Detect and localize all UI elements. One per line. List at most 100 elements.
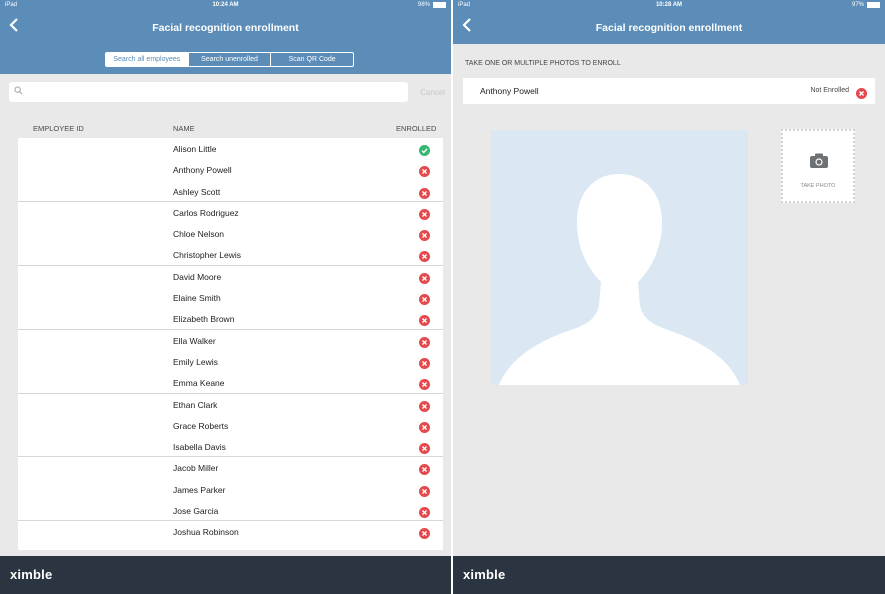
table-row[interactable]: Ashley Scott	[18, 181, 443, 203]
employee-name: Jose Garcia	[173, 506, 219, 517]
table-row[interactable]: Elizabeth Brown	[18, 308, 443, 330]
table-row[interactable]: Chloe Nelson	[18, 223, 443, 244]
x-circle-icon	[419, 271, 430, 284]
nav-bar: Facial recognition enrollment	[453, 12, 885, 44]
employee-name: Anthony Powell	[173, 165, 232, 176]
enrollment-detail-screen: iPad 10:28 AM 97% Facial recognition enr…	[453, 0, 885, 594]
x-circle-icon	[419, 186, 430, 199]
employee-list-screen: iPad 10:24 AM 98% Facial recognition enr…	[0, 0, 451, 594]
x-circle-icon	[419, 335, 430, 348]
employee-table: Alison Little Anthony Powell Ashley Scott C…	[18, 138, 443, 550]
employee-name: Joshua Robinson	[173, 527, 239, 538]
table-row[interactable]: Isabella Davis	[18, 436, 443, 458]
employee-name: Chloe Nelson	[173, 229, 225, 240]
employee-name: Ella Walker	[173, 335, 216, 346]
x-circle-icon	[419, 526, 430, 540]
employee-name: Emily Lewis	[173, 356, 218, 367]
table-row[interactable]: Jacob Miller	[18, 457, 443, 478]
x-circle-icon	[419, 377, 430, 391]
column-header-name[interactable]: NAME	[173, 124, 195, 133]
employee-name: Elizabeth Brown	[173, 314, 235, 325]
x-circle-icon	[419, 313, 430, 327]
table-row[interactable]: James Parker	[18, 479, 443, 500]
column-header-employee-id[interactable]: EMPLOYEE ID	[33, 124, 84, 133]
table-row[interactable]: Grace Roberts	[18, 415, 443, 436]
employee-name: Isabella Davis	[173, 442, 226, 453]
x-circle-icon	[419, 356, 430, 369]
page-title: Facial recognition enrollment	[152, 22, 299, 34]
filter-segmented-control: Search all employees Search unenrolled S…	[105, 52, 354, 67]
table-row[interactable]: Elaine Smith	[18, 287, 443, 308]
filter-bar: Search all employees Search unenrolled S…	[0, 44, 451, 74]
table-row[interactable]: Alison Little	[18, 138, 443, 159]
column-header-enrolled[interactable]: ENROLLED	[396, 124, 436, 133]
search-bar: Cancel	[0, 74, 451, 112]
employee-name: Christopher Lewis	[173, 250, 242, 261]
tab-scan-qr-code[interactable]: Scan QR Code	[270, 53, 353, 66]
table-row[interactable]: Jose Garcia	[18, 500, 443, 522]
nav-bar: Facial recognition enrollment	[0, 12, 451, 44]
x-circle-icon	[419, 462, 430, 476]
person-silhouette-icon	[499, 174, 740, 385]
check-circle-icon	[419, 143, 430, 156]
x-circle-icon	[419, 292, 430, 306]
x-circle-icon	[419, 548, 430, 550]
table-row[interactable]: Emma Keane	[18, 372, 443, 394]
employee-name: James Parker	[173, 484, 226, 495]
table-row[interactable]: Carlos Rodriguez	[18, 202, 443, 223]
employee-name: Carlos Rodriguez	[173, 207, 239, 218]
employee-name: Elaine Smith	[173, 293, 221, 304]
table-row[interactable]: Ella Walker	[18, 330, 443, 351]
battery-percent: 98%	[417, 2, 430, 8]
battery-percent: 97%	[851, 2, 864, 8]
table-row[interactable]: Emily Lewis	[18, 351, 443, 372]
status-bar: iPad 10:28 AM 97%	[453, 0, 885, 12]
footer-bar: ximble	[0, 556, 451, 594]
table-row[interactable]: Ethan Clark	[18, 394, 443, 415]
employee-name: Alison Little	[173, 144, 217, 154]
employee-name: Jacob Miller	[173, 463, 219, 474]
x-circle-icon	[856, 86, 867, 99]
status-time: 10:28 AM	[655, 2, 683, 8]
employee-name: Emma Keane	[173, 378, 225, 389]
table-row[interactable]: Christopher Lewis	[18, 244, 443, 267]
x-circle-icon	[419, 420, 430, 433]
x-circle-icon	[419, 484, 430, 497]
enroll-instruction: TAKE ONE OR MULTIPLE PHOTOS TO ENROLL	[465, 60, 621, 67]
x-circle-icon	[419, 164, 430, 178]
tab-search-all-employees[interactable]: Search all employees	[106, 53, 188, 66]
x-circle-icon	[419, 207, 430, 220]
search-icon	[14, 86, 23, 95]
take-photo-label: TAKE PHOTO	[800, 183, 836, 189]
table-row[interactable]: Anthony Powell	[18, 159, 443, 180]
table-row[interactable]: Joshua Robinson	[18, 521, 443, 542]
x-circle-icon	[419, 228, 430, 242]
employee-name: Grace Roberts	[173, 420, 229, 431]
battery-icon	[433, 2, 446, 8]
brand-logo: ximble	[463, 567, 506, 582]
x-circle-icon	[419, 505, 430, 519]
employee-name: Ashley Scott	[173, 186, 221, 197]
employee-name: Anthony Powell	[480, 86, 539, 96]
camera-icon	[810, 153, 828, 168]
page-title: Facial recognition enrollment	[595, 22, 743, 34]
status-bar: iPad 10:24 AM 98%	[0, 0, 451, 12]
enrollment-status-label: Not Enrolled	[810, 87, 849, 94]
take-photo-button[interactable]: TAKE PHOTO	[781, 129, 855, 203]
battery-icon	[867, 2, 880, 8]
employee-name: Ethan Clark	[173, 399, 218, 410]
tab-search-unenrolled[interactable]: Search unenrolled	[187, 53, 271, 66]
footer-bar: ximble	[453, 556, 885, 594]
search-input[interactable]	[9, 82, 408, 102]
brand-logo: ximble	[10, 567, 53, 582]
selected-employee-card: Anthony Powell Not Enrolled	[463, 78, 875, 104]
x-circle-icon	[419, 249, 430, 263]
cancel-button[interactable]: Cancel	[420, 88, 445, 97]
table-row[interactable]	[18, 543, 443, 550]
photo-placeholder	[491, 130, 748, 385]
status-time: 10:24 AM	[212, 2, 239, 8]
employee-name: David Moore	[173, 271, 222, 282]
table-row[interactable]: David Moore	[18, 266, 443, 287]
x-circle-icon	[419, 399, 430, 412]
x-circle-icon	[419, 441, 430, 455]
